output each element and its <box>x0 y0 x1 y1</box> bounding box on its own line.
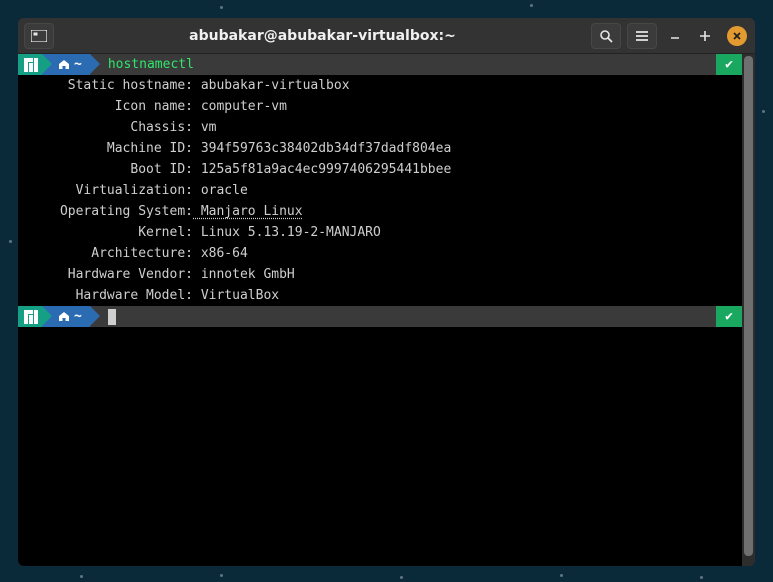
window-title: abubakar@abubakar-virtualbox:~ <box>60 28 585 44</box>
output-row: Static hostname: abubakar-virtualbox <box>18 75 742 96</box>
cwd-text: ~ <box>74 306 82 327</box>
command-text: hostnamectl <box>90 54 716 75</box>
output-value: 125a5f81a9ac4ec9997406295441bbee <box>193 159 451 180</box>
titlebar: abubakar@abubakar-virtualbox:~ <box>18 18 755 54</box>
manjaro-logo-icon <box>24 58 38 72</box>
output-label: Kernel: <box>18 222 193 243</box>
output-row: Kernel: Linux 5.13.19-2-MANJARO <box>18 222 742 243</box>
home-icon <box>58 59 70 70</box>
output-label: Virtualization: <box>18 180 193 201</box>
command-input[interactable] <box>90 306 716 327</box>
output-value: VirtualBox <box>193 285 279 306</box>
command-output: Static hostname: abubakar-virtualbox Ico… <box>18 75 742 306</box>
terminal-window: abubakar@abubakar-virtualbox:~ <box>18 18 755 566</box>
output-label: Icon name: <box>18 96 193 117</box>
output-label: Chassis: <box>18 117 193 138</box>
output-value: vm <box>193 117 216 138</box>
home-icon <box>58 311 70 322</box>
prompt-line: ~ hostnamectl ✔ <box>18 54 742 75</box>
output-value: oracle <box>193 180 248 201</box>
output-label: Architecture: <box>18 243 193 264</box>
output-label: Machine ID: <box>18 138 193 159</box>
output-row: Boot ID: 125a5f81a9ac4ec9997406295441bbe… <box>18 159 742 180</box>
output-row: Icon name: computer-vm <box>18 96 742 117</box>
status-indicator: ✔ <box>716 54 742 75</box>
output-value: Manjaro Linux <box>193 201 303 222</box>
output-value: innotek GmbH <box>193 264 295 285</box>
output-value: computer-vm <box>193 96 287 117</box>
output-row: Hardware Model: VirtualBox <box>18 285 742 306</box>
output-row: Hardware Vendor: innotek GmbH <box>18 264 742 285</box>
output-value: 394f59763c38402db34df37dadf804ea <box>193 138 451 159</box>
output-row: Operating System: Manjaro Linux <box>18 201 742 222</box>
cwd-text: ~ <box>74 54 82 75</box>
cursor <box>108 309 116 325</box>
output-row: Machine ID: 394f59763c38402db34df37dadf8… <box>18 138 742 159</box>
output-value: x86-64 <box>193 243 248 264</box>
close-icon <box>732 31 742 41</box>
output-label: Static hostname: <box>18 75 193 96</box>
maximize-button[interactable] <box>693 24 717 48</box>
output-row: Architecture: x86-64 <box>18 243 742 264</box>
minimize-icon <box>670 31 680 41</box>
output-label: Boot ID: <box>18 159 193 180</box>
search-icon <box>599 29 613 43</box>
scrollbar[interactable] <box>742 54 755 566</box>
new-tab-button[interactable] <box>24 23 54 49</box>
status-indicator: ✔ <box>716 306 742 327</box>
output-value: abubakar-virtualbox <box>193 75 350 96</box>
close-button[interactable] <box>727 26 747 46</box>
hamburger-icon <box>635 30 649 42</box>
terminal-output[interactable]: ~ hostnamectl ✔ Static hostname: abubaka… <box>18 54 742 566</box>
prompt-line: ~ ✔ <box>18 306 742 327</box>
output-label: Operating System: <box>18 201 193 222</box>
output-row: Chassis: vm <box>18 117 742 138</box>
menu-button[interactable] <box>627 23 657 49</box>
output-label: Hardware Vendor: <box>18 264 193 285</box>
output-value: Linux 5.13.19-2-MANJARO <box>193 222 381 243</box>
distro-logo-segment <box>18 306 42 327</box>
output-row: Virtualization: oracle <box>18 180 742 201</box>
output-label: Hardware Model: <box>18 285 193 306</box>
minimize-button[interactable] <box>663 24 687 48</box>
distro-logo-segment <box>18 54 42 75</box>
search-button[interactable] <box>591 23 621 49</box>
manjaro-logo-icon <box>24 310 38 324</box>
plus-icon <box>699 30 711 42</box>
scrollbar-thumb[interactable] <box>744 56 753 556</box>
